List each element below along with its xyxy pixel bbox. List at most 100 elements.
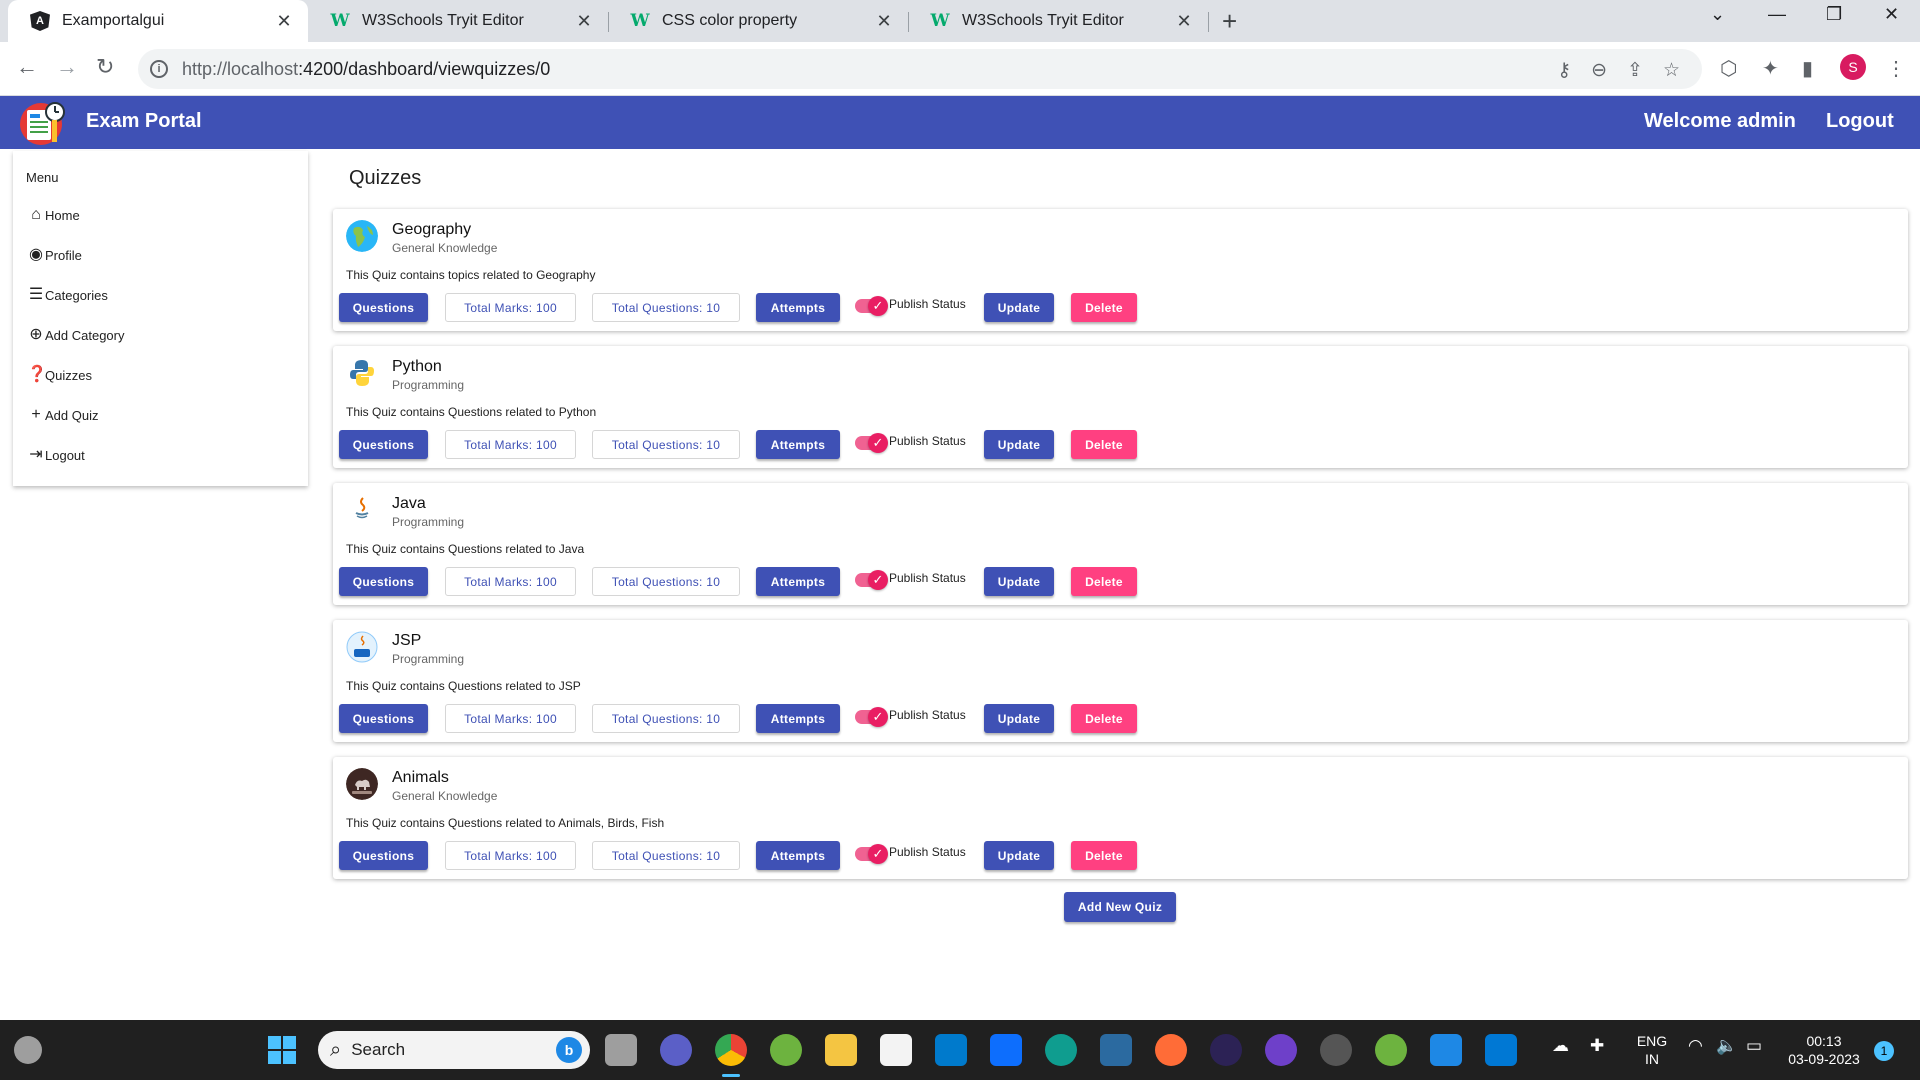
site-info-icon[interactable]: i (150, 60, 168, 78)
bookmark-star-icon[interactable]: ☆ (1663, 59, 1680, 82)
total-questions-button[interactable]: Total Questions: 10 (592, 704, 740, 733)
close-icon[interactable]: ✕ (274, 11, 294, 32)
publish-toggle[interactable]: ✓ (855, 707, 888, 727)
close-icon[interactable]: ✕ (1174, 11, 1194, 32)
mysql-workbench-icon[interactable] (1100, 1034, 1132, 1066)
wifi-icon[interactable]: ◠ (1688, 1036, 1703, 1056)
myhp-icon[interactable] (990, 1034, 1022, 1066)
notepad-icon[interactable] (1430, 1034, 1462, 1066)
forward-icon[interactable]: → (56, 54, 78, 80)
microsoft-store-icon[interactable] (880, 1034, 912, 1066)
publish-toggle[interactable]: ✓ (855, 844, 888, 864)
bing-icon[interactable]: b (556, 1037, 582, 1063)
total-marks-button[interactable]: Total Marks: 100 (445, 430, 576, 459)
questions-button[interactable]: Questions (339, 293, 428, 322)
extensions-puzzle-icon[interactable]: ✦ (1762, 56, 1779, 81)
update-button[interactable]: Update (984, 704, 1054, 733)
windows-start-icon[interactable] (268, 1036, 296, 1064)
key-icon[interactable]: ⚷ (1557, 59, 1571, 82)
total-marks-button[interactable]: Total Marks: 100 (445, 293, 576, 322)
battery-icon[interactable]: ▭ (1746, 1036, 1762, 1056)
total-questions-button[interactable]: Total Questions: 10 (592, 567, 740, 596)
more-menu-icon[interactable]: ⋮ (1886, 56, 1906, 81)
update-button[interactable]: Update (984, 430, 1054, 459)
language-indicator[interactable]: ENG IN (1632, 1032, 1672, 1068)
tab-search-icon[interactable]: ⌄ (1710, 4, 1725, 25)
total-marks-button[interactable]: Total Marks: 100 (445, 567, 576, 596)
back-icon[interactable]: ← (16, 54, 38, 80)
new-tab-icon[interactable]: + (1222, 6, 1237, 37)
postman-icon[interactable] (1155, 1034, 1187, 1066)
spring-tools-icon[interactable] (770, 1034, 802, 1066)
spring-tools-icon[interactable] (1375, 1034, 1407, 1066)
update-button[interactable]: Update (984, 567, 1054, 596)
delete-button[interactable]: Delete (1071, 293, 1137, 322)
sidebar-item-categories[interactable]: ☰ Categories (27, 287, 108, 304)
notification-badge[interactable]: 1 (1874, 1041, 1894, 1061)
publish-toggle[interactable]: ✓ (855, 570, 888, 590)
eclipse-icon[interactable] (1210, 1034, 1242, 1066)
taskbar-search[interactable]: ⌕ Search b (318, 1031, 590, 1069)
publish-toggle[interactable]: ✓ (855, 433, 888, 453)
delete-button[interactable]: Delete (1071, 841, 1137, 870)
update-button[interactable]: Update (984, 841, 1054, 870)
close-icon[interactable]: ✕ (574, 11, 594, 32)
sidebar-item-add-quiz[interactable]: + Add Quiz (27, 407, 98, 424)
sidebar-item-quizzes[interactable]: ❓ Quizzes (27, 367, 92, 384)
chrome-icon[interactable] (715, 1034, 747, 1066)
sidebar-item-profile[interactable]: ◉ Profile (27, 247, 82, 264)
onedrive-cloud-icon[interactable]: ☁ (1552, 1036, 1569, 1056)
settings-gear-icon[interactable] (1320, 1034, 1352, 1066)
clock[interactable]: 00:13 03-09-2023 (1782, 1032, 1866, 1068)
attempts-button[interactable]: Attempts (756, 567, 840, 596)
total-questions-button[interactable]: Total Questions: 10 (592, 841, 740, 870)
questions-button[interactable]: Questions (339, 430, 428, 459)
profile-avatar[interactable]: S (1840, 54, 1866, 80)
browser-tab-w3schools-2[interactable]: W W3Schools Tryit Editor ✕ (908, 0, 1208, 42)
questions-button[interactable]: Questions (339, 841, 428, 870)
window-close-icon[interactable]: ✕ (1884, 4, 1899, 25)
total-marks-button[interactable]: Total Marks: 100 (445, 841, 576, 870)
teams-chat-icon[interactable] (660, 1034, 692, 1066)
total-marks-button[interactable]: Total Marks: 100 (445, 704, 576, 733)
attempts-button[interactable]: Attempts (756, 704, 840, 733)
delete-button[interactable]: Delete (1071, 704, 1137, 733)
attempts-button[interactable]: Attempts (756, 293, 840, 322)
extension-cube-icon[interactable]: ⬡ (1720, 56, 1737, 81)
add-new-quiz-button[interactable]: Add New Quiz (1064, 892, 1176, 922)
logout-button[interactable]: Logout (1826, 110, 1894, 133)
zoom-icon[interactable]: ⊖ (1591, 59, 1607, 82)
questions-button[interactable]: Questions (339, 567, 428, 596)
reload-icon[interactable]: ↻ (96, 54, 114, 80)
volume-icon[interactable]: 🔈 (1716, 1036, 1737, 1056)
address-bar[interactable]: i http://localhost:4200/dashboard/viewqu… (138, 49, 1702, 89)
close-icon[interactable]: ✕ (874, 11, 894, 32)
browser-tab-examportal[interactable]: A Examportalgui ✕ (8, 0, 308, 42)
total-questions-button[interactable]: Total Questions: 10 (592, 293, 740, 322)
side-panel-icon[interactable]: ▮ (1802, 56, 1813, 81)
attempts-button[interactable]: Attempts (756, 430, 840, 459)
edge-icon[interactable] (1045, 1034, 1077, 1066)
sidebar-item-logout[interactable]: ⇥ Logout (27, 447, 84, 464)
share-icon[interactable]: ⇪ (1627, 59, 1643, 82)
vscode-icon[interactable] (935, 1034, 967, 1066)
questions-button[interactable]: Questions (339, 704, 428, 733)
attempts-button[interactable]: Attempts (756, 841, 840, 870)
update-button[interactable]: Update (984, 293, 1054, 322)
paint-icon[interactable] (1485, 1034, 1517, 1066)
app-tray-icon[interactable]: ✚ (1590, 1036, 1604, 1056)
github-desktop-icon[interactable] (1265, 1034, 1297, 1066)
restore-icon[interactable]: ❐ (1826, 4, 1842, 25)
sidebar-item-home[interactable]: ⌂ Home (27, 207, 80, 224)
publish-toggle[interactable]: ✓ (855, 296, 888, 316)
task-view-icon[interactable] (605, 1034, 637, 1066)
minimize-icon[interactable]: — (1768, 4, 1786, 25)
total-questions-button[interactable]: Total Questions: 10 (592, 430, 740, 459)
sidebar-item-add-category[interactable]: ⊕ Add Category (27, 327, 124, 344)
weather-icon[interactable] (14, 1036, 42, 1064)
file-explorer-icon[interactable] (825, 1034, 857, 1066)
delete-button[interactable]: Delete (1071, 567, 1137, 596)
delete-button[interactable]: Delete (1071, 430, 1137, 459)
browser-tab-css-color[interactable]: W CSS color property ✕ (608, 0, 908, 42)
browser-tab-w3schools-1[interactable]: W W3Schools Tryit Editor ✕ (308, 0, 608, 42)
